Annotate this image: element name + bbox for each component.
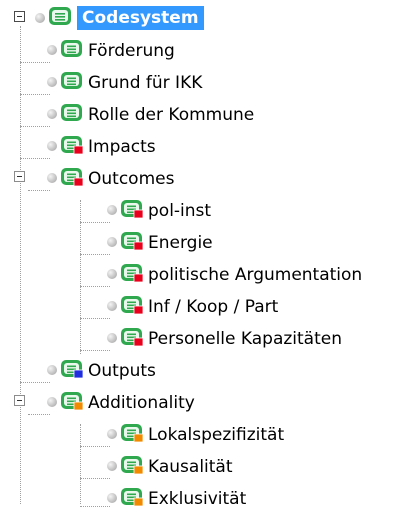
tree-item-label: Impacts <box>88 137 156 157</box>
tree-item-politische-argumentation[interactable]: politische Argumentation <box>0 258 415 290</box>
node-dot-icon <box>107 237 117 247</box>
node-dot-icon <box>107 301 117 311</box>
tree-item-label: Grund für IKK <box>88 73 203 93</box>
tree-item-label: politische Argumentation <box>148 265 363 285</box>
tree-item-förderung[interactable]: Förderung <box>0 34 415 66</box>
code-icon <box>61 392 84 411</box>
tree-item-exklusivität[interactable]: Exklusivität <box>0 482 415 514</box>
tree-item-impacts[interactable]: Impacts <box>0 130 415 162</box>
node-dot-icon <box>47 45 57 55</box>
code-icon <box>61 72 82 89</box>
node-dot-icon <box>107 493 117 503</box>
tree-item-label: Lokalspezifizität <box>148 425 285 445</box>
tree-item-kausalität[interactable]: Kausalität <box>0 450 415 482</box>
code-icon <box>61 168 84 187</box>
code-icon <box>61 104 82 121</box>
code-icon <box>61 360 84 379</box>
node-dot-icon <box>47 365 57 375</box>
node-dot-icon <box>47 397 57 407</box>
collapse-toggle-icon[interactable] <box>14 395 25 406</box>
tree-item-lokalspezifizität[interactable]: Lokalspezifizität <box>0 418 415 450</box>
code-icon <box>121 296 144 315</box>
collapse-toggle-icon[interactable] <box>14 11 25 22</box>
code-icon <box>61 136 84 155</box>
tree-item-additionality[interactable]: Additionality <box>0 386 415 418</box>
code-icon <box>121 232 144 251</box>
tree-item-outcomes[interactable]: Outcomes <box>0 162 415 194</box>
node-dot-icon <box>107 429 117 439</box>
tree-item-label: pol-inst <box>148 201 212 221</box>
node-dot-icon <box>47 109 57 119</box>
code-icon <box>61 40 82 57</box>
tree-item-label: Personelle Kapazitäten <box>148 329 342 349</box>
collapse-toggle-icon[interactable] <box>14 171 25 182</box>
tree-item-rolle-der-kommune[interactable]: Rolle der Kommune <box>0 98 415 130</box>
node-dot-icon <box>107 333 117 343</box>
code-icon <box>121 456 144 475</box>
tree-item-pol-inst[interactable]: pol-inst <box>0 194 415 226</box>
node-dot-icon <box>47 173 57 183</box>
node-dot-icon <box>35 13 45 23</box>
codesystem-icon <box>49 7 71 25</box>
tree-root-label: Codesystem <box>77 6 204 30</box>
code-icon <box>121 424 144 443</box>
code-tree[interactable]: Codesystem Förderung Grund für IKK Rolle d… <box>0 0 415 516</box>
tree-item-label: Rolle der Kommune <box>88 105 255 125</box>
node-dot-icon <box>47 141 57 151</box>
code-icon <box>121 264 144 283</box>
tree-root-row[interactable]: Codesystem <box>0 2 415 34</box>
tree-item-inf-koop-part[interactable]: Inf / Koop / Part <box>0 290 415 322</box>
code-icon <box>121 328 144 347</box>
code-icon <box>121 200 144 219</box>
node-dot-icon <box>107 269 117 279</box>
tree-item-label: Outcomes <box>88 169 175 189</box>
tree-item-label: Additionality <box>88 393 195 413</box>
tree-item-label: Energie <box>148 233 213 253</box>
node-dot-icon <box>47 77 57 87</box>
tree-item-label: Outputs <box>88 361 156 381</box>
code-icon <box>121 488 144 507</box>
node-dot-icon <box>107 461 117 471</box>
tree-item-label: Inf / Koop / Part <box>148 297 279 317</box>
node-dot-icon <box>107 205 117 215</box>
tree-item-label: Förderung <box>88 41 175 61</box>
tree-item-label: Kausalität <box>148 457 233 477</box>
tree-item-label: Exklusivität <box>148 489 247 509</box>
tree-item-personelle-kapazitäten[interactable]: Personelle Kapazitäten <box>0 322 415 354</box>
tree-item-grund-für-ikk[interactable]: Grund für IKK <box>0 66 415 98</box>
tree-item-outputs[interactable]: Outputs <box>0 354 415 386</box>
tree-item-energie[interactable]: Energie <box>0 226 415 258</box>
